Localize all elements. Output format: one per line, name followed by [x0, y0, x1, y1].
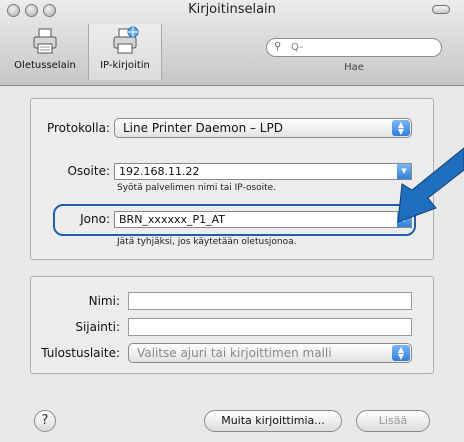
arrow-icon — [397, 147, 464, 223]
printer-browser-window: Kirjoitinselain Oletusselain IP-kirjoiti… — [0, 0, 464, 442]
